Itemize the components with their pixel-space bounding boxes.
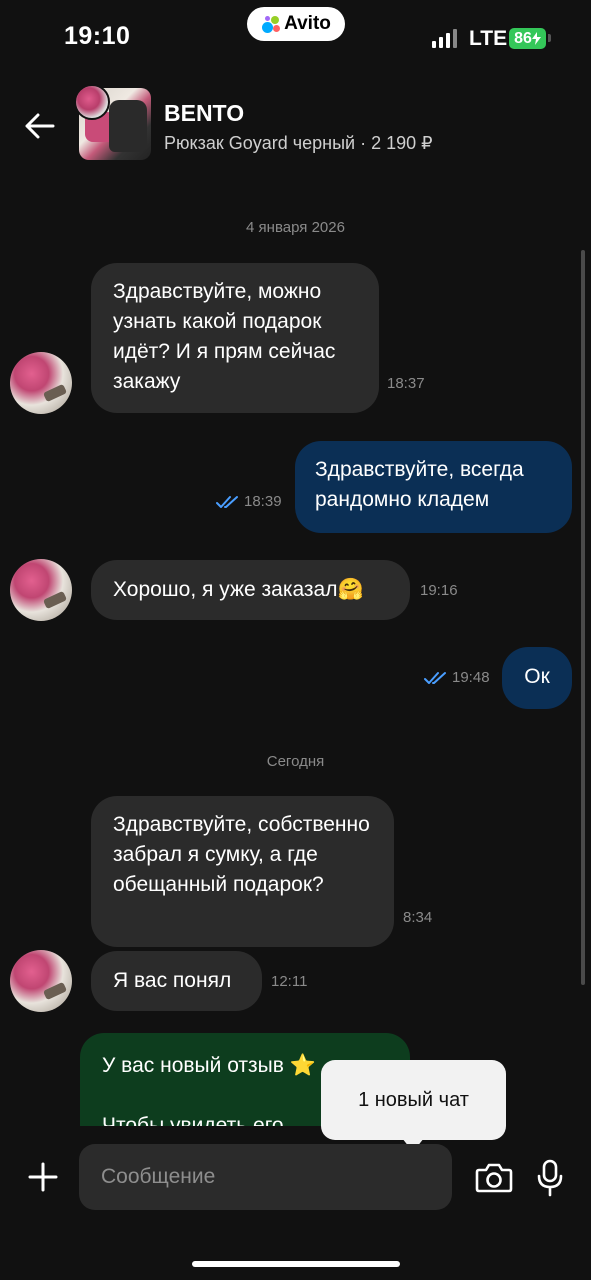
camera-button[interactable] bbox=[472, 1156, 516, 1200]
message-input-placeholder: Сообщение bbox=[101, 1165, 216, 1188]
scrollbar[interactable] bbox=[581, 250, 585, 985]
double-check-icon bbox=[424, 671, 446, 684]
message-input[interactable]: Сообщение bbox=[79, 1144, 452, 1210]
outgoing-message[interactable]: Здравствуйте, всегда рандомно кладем bbox=[295, 441, 572, 533]
battery-tip bbox=[548, 34, 551, 42]
avito-app-badge[interactable]: Avito bbox=[247, 7, 345, 41]
microphone-button[interactable] bbox=[530, 1156, 570, 1200]
message-text: Хорошо, я уже заказал🤗 bbox=[113, 578, 364, 601]
date-separator: Сегодня bbox=[266, 753, 325, 770]
battery-level: 86 bbox=[514, 29, 532, 47]
double-check-icon bbox=[216, 495, 238, 508]
message-time: 18:39 bbox=[244, 493, 282, 510]
date-separator: 4 января 2026 bbox=[246, 219, 345, 236]
message-time: 19:16 bbox=[420, 582, 458, 599]
incoming-message[interactable]: Здравствуйте, собственно забрал я сумку,… bbox=[91, 796, 394, 947]
incoming-message[interactable]: Я вас понял bbox=[91, 951, 262, 1011]
outgoing-message[interactable]: Ок bbox=[502, 647, 572, 709]
message-status: 19:48 bbox=[424, 669, 490, 686]
home-indicator[interactable] bbox=[192, 1261, 400, 1267]
message-text: Здравствуйте, можно узнать какой подарок… bbox=[113, 280, 336, 393]
plus-icon bbox=[28, 1162, 58, 1192]
incoming-message[interactable]: Здравствуйте, можно узнать какой подарок… bbox=[91, 263, 379, 413]
charging-bolt-icon bbox=[531, 32, 541, 45]
message-text: Здравствуйте, собственно забрал я сумку,… bbox=[113, 813, 370, 896]
backpack-image bbox=[109, 100, 147, 152]
signal-icon bbox=[432, 28, 457, 48]
message-text: Я вас понял bbox=[113, 969, 232, 992]
avito-logo-icon bbox=[261, 14, 281, 34]
new-chat-tooltip[interactable]: 1 новый чат bbox=[321, 1060, 506, 1140]
message-text: Здравствуйте, всегда рандомно кладем bbox=[315, 458, 524, 511]
message-time: 12:11 bbox=[271, 973, 308, 990]
message-text: Ок bbox=[524, 665, 550, 688]
product-title-price[interactable]: Рюкзак Goyard черный · 2 190 ₽ bbox=[164, 133, 433, 154]
arrow-left-icon bbox=[25, 113, 55, 139]
seller-name[interactable]: BENTO bbox=[164, 100, 244, 127]
camera-icon bbox=[475, 1163, 513, 1193]
seller-chat-avatar[interactable] bbox=[10, 559, 72, 621]
seller-chat-avatar[interactable] bbox=[10, 950, 72, 1012]
message-time: 8:34 bbox=[403, 909, 433, 926]
message-time: 19:48 bbox=[452, 669, 490, 686]
seller-avatar[interactable] bbox=[74, 84, 110, 120]
incoming-message[interactable]: Хорошо, я уже заказал🤗 bbox=[91, 560, 410, 620]
attach-button[interactable] bbox=[24, 1158, 62, 1196]
network-type: LTE bbox=[469, 27, 508, 50]
avito-label: Avito bbox=[284, 13, 331, 34]
back-button[interactable] bbox=[20, 106, 60, 146]
status-time: 19:10 bbox=[64, 22, 131, 50]
battery-icon: 86 bbox=[509, 28, 546, 49]
message-time: 18:37 bbox=[387, 375, 425, 392]
seller-chat-avatar[interactable] bbox=[10, 352, 72, 414]
message-status: 18:39 bbox=[216, 493, 282, 510]
microphone-icon bbox=[537, 1159, 563, 1197]
tooltip-text: 1 новый чат bbox=[358, 1088, 469, 1111]
